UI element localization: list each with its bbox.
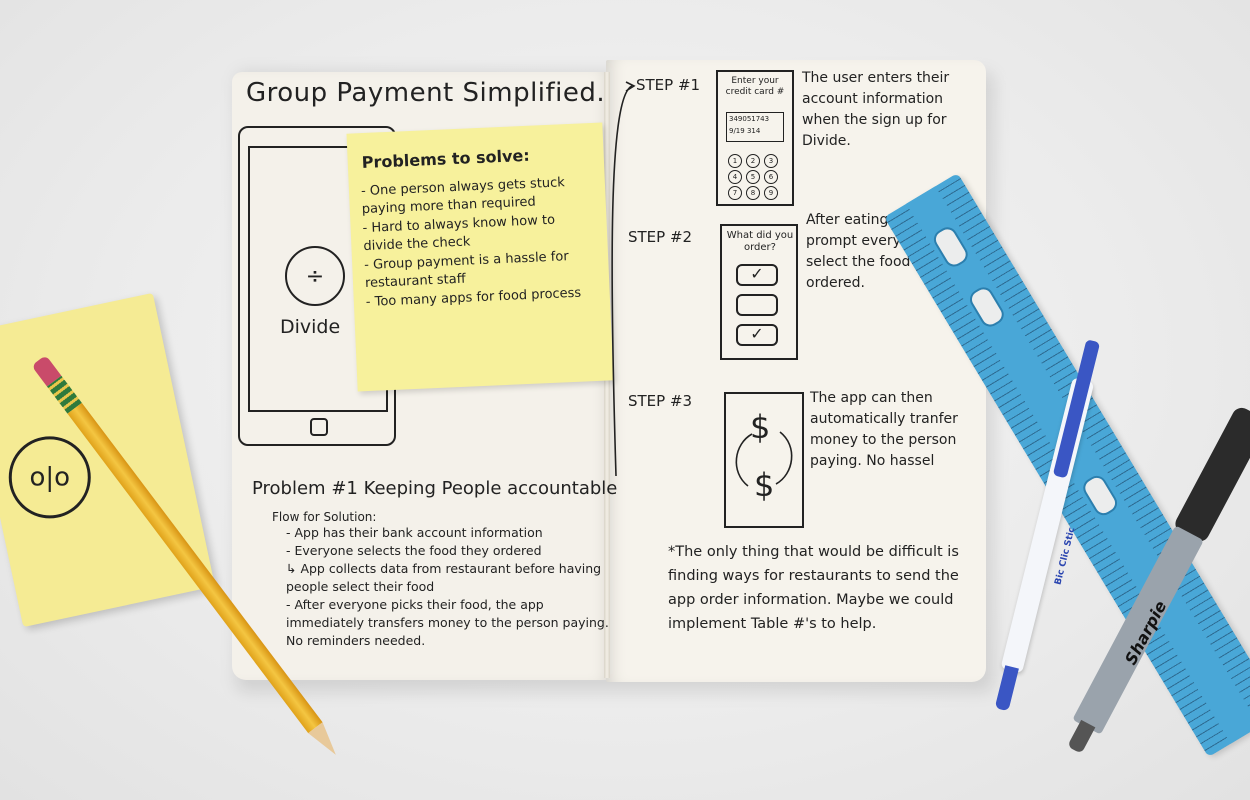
keypad-key: 1 <box>728 154 742 168</box>
keypad-key: 4 <box>728 170 742 184</box>
app-name: Divide <box>280 316 341 338</box>
sticky-title: Problems to solve: <box>361 145 531 173</box>
card-field: 349051743 9/19 314 <box>726 112 784 142</box>
flow-arrow <box>611 81 636 477</box>
keypad-key: 3 <box>764 154 778 168</box>
card-number: 349051743 <box>729 115 770 123</box>
flow-list: - App has their bank account information… <box>286 524 616 650</box>
keypad-key: 9 <box>764 186 778 200</box>
transfer-arrows-icon <box>735 431 793 487</box>
keypad-key: 6 <box>764 170 778 184</box>
check-box <box>736 294 778 316</box>
step-1-label: STEP #1 <box>636 76 701 94</box>
step-1-description: The user enters their account informatio… <box>802 70 950 149</box>
keypad-key: 5 <box>746 170 760 184</box>
keypad-key: 2 <box>746 154 760 168</box>
step-3-phone-sketch: $ $ <box>724 392 804 528</box>
keypad-key: 7 <box>728 186 742 200</box>
check-box: ✓ <box>736 264 778 286</box>
pen-tip <box>994 665 1019 712</box>
list-item: - Everyone selects the food they ordered <box>286 543 542 558</box>
sticky-note: Problems to solve: - One person always g… <box>346 122 614 392</box>
list-item: - After everyone picks their food, the a… <box>286 597 609 648</box>
flow-title: Flow for Solution: <box>272 510 377 524</box>
footnote: *The only thing that would be difficult … <box>668 544 959 632</box>
check-box: ✓ <box>736 324 778 346</box>
divide-logo-sketch: o|o <box>8 436 91 519</box>
page-title: Group Payment Simplified. <box>246 78 606 108</box>
list-item: - App has their bank account information <box>286 525 543 540</box>
list-item: ↳ App collects data from restaurant befo… <box>286 561 602 594</box>
step-2-phone-sketch: What did you order? ✓ ✓ <box>720 224 798 360</box>
step-1-phone-sketch: Enter your credit card # 349051743 9/19 … <box>716 70 794 206</box>
card-expiry: 9/19 314 <box>729 127 761 135</box>
step-2-label: STEP #2 <box>628 228 693 246</box>
order-prompt: What did you order? <box>726 230 794 253</box>
problem-heading: Problem #1 Keeping People accountable <box>252 478 618 499</box>
card-prompt: Enter your credit card # <box>725 76 785 97</box>
phone-home-button <box>310 418 328 436</box>
step-3-label: STEP #3 <box>628 392 693 410</box>
marker-tip <box>1067 719 1096 754</box>
problem-list: - One person always gets stuck paying mo… <box>361 173 602 313</box>
divide-icon: ÷ <box>285 246 345 306</box>
keypad-key: 8 <box>746 186 760 200</box>
step-3-description: The app can then automatically tranfer m… <box>810 390 958 469</box>
